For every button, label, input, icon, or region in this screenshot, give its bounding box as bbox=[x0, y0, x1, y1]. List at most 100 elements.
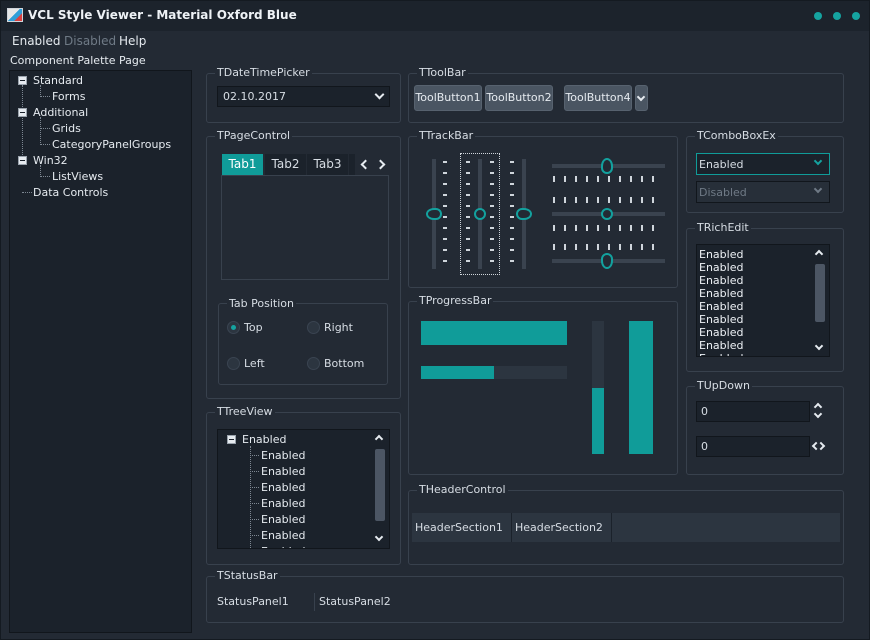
radio-top-label: Top bbox=[244, 321, 263, 334]
updown-field-2[interactable]: 0 bbox=[696, 436, 810, 457]
vtrackbar-2-thumb[interactable] bbox=[474, 208, 486, 220]
treeview-child[interactable]: Enabled bbox=[261, 529, 305, 542]
richedit-title: TRichEdit bbox=[695, 221, 751, 234]
tree-node-grids[interactable]: Grids bbox=[52, 122, 81, 135]
htrackbar-2-thumb[interactable] bbox=[601, 208, 613, 220]
comboboxex-enabled-value: Enabled bbox=[699, 158, 744, 171]
htrackbar-2-ticks-bottom bbox=[553, 225, 663, 231]
chevron-down-icon[interactable] bbox=[813, 156, 823, 166]
treeview-child[interactable]: Enabled bbox=[261, 497, 305, 510]
radio-left[interactable] bbox=[227, 357, 240, 370]
tree-line bbox=[40, 176, 50, 177]
progressbar-fill bbox=[592, 387, 604, 454]
toolbar-title: TToolBar bbox=[417, 66, 468, 79]
richedit-scrollbar[interactable] bbox=[811, 245, 829, 356]
tab-2[interactable]: Tab2 bbox=[265, 154, 306, 175]
scroll-down-icon[interactable] bbox=[814, 341, 824, 351]
updown-field-1[interactable]: 0 bbox=[696, 401, 810, 422]
tree-node-categorypanelgroups[interactable]: CategoryPanelGroups bbox=[52, 138, 171, 151]
treeview-child[interactable]: Enabled bbox=[261, 513, 305, 526]
treeview-field[interactable]: Enabled Enabled Enabled Enabled Enabled Enab… bbox=[217, 429, 390, 549]
collapse-icon[interactable] bbox=[227, 435, 236, 444]
treeview-child[interactable]: Enabled bbox=[261, 449, 305, 462]
collapse-icon[interactable] bbox=[18, 108, 27, 117]
updown-value-1: 0 bbox=[701, 405, 708, 418]
richedit-scroll-thumb[interactable] bbox=[815, 264, 825, 322]
tree-node-data-controls[interactable]: Data Controls bbox=[33, 186, 108, 199]
richedit-line: Enabled bbox=[699, 300, 744, 313]
datetimepicker-title: TDateTimePicker bbox=[215, 66, 312, 79]
maximize-dot-icon[interactable] bbox=[833, 12, 841, 20]
tree-line bbox=[250, 446, 251, 548]
scroll-up-icon[interactable] bbox=[814, 249, 824, 259]
richedit-field[interactable]: Enabled Enabled Enabled Enabled Enabled Enabl… bbox=[696, 244, 830, 357]
pagecontrol-title: TPageControl bbox=[215, 129, 293, 142]
title-bar[interactable]: VCL Style Viewer - Material Oxford Blue bbox=[1, 1, 869, 31]
tree-node-forms[interactable]: Forms bbox=[52, 90, 85, 103]
radio-top[interactable] bbox=[227, 321, 240, 334]
htrackbar-3-thumb[interactable] bbox=[601, 253, 613, 269]
treeview-child[interactable]: Enabled bbox=[261, 465, 305, 478]
richedit-line: Enabled bbox=[699, 352, 743, 356]
menu-help[interactable]: Help bbox=[119, 34, 146, 48]
header-section-1[interactable]: HeaderSection1 bbox=[412, 513, 512, 542]
tree-line bbox=[250, 487, 259, 488]
toolbutton1-button[interactable]: ToolButton1 bbox=[414, 85, 482, 111]
radio-right[interactable] bbox=[307, 321, 320, 334]
htrackbar-1-thumb[interactable] bbox=[601, 158, 613, 174]
updown-title: TUpDown bbox=[695, 379, 752, 392]
tree-node-win32[interactable]: Win32 bbox=[33, 154, 68, 167]
richedit-line: Enabled bbox=[699, 274, 744, 287]
vtrackbar-2-ticks-left bbox=[466, 161, 470, 267]
datetimepicker-field[interactable]: 02.10.2017 bbox=[217, 86, 390, 107]
tree-line bbox=[250, 519, 259, 520]
richedit-line: Enabled bbox=[699, 261, 744, 274]
chevron-down-icon bbox=[636, 92, 646, 102]
menu-disabled: Disabled bbox=[64, 34, 117, 48]
chevron-down-icon[interactable] bbox=[374, 89, 385, 100]
richedit-line: Enabled bbox=[699, 287, 744, 300]
tree-line bbox=[250, 535, 259, 536]
vtrackbar-1-thumb[interactable] bbox=[426, 208, 442, 220]
tree-line bbox=[40, 96, 50, 97]
toolbutton4-button[interactable]: ToolButton4 bbox=[564, 85, 632, 111]
radio-bottom[interactable] bbox=[307, 357, 320, 370]
vtrackbar-3-thumb[interactable] bbox=[516, 208, 532, 220]
tab-3[interactable]: Tab3 bbox=[307, 154, 348, 175]
tree-node-listviews[interactable]: ListViews bbox=[52, 170, 103, 183]
richedit-line: Enabled bbox=[699, 313, 744, 326]
radio-bottom-label: Bottom bbox=[324, 357, 365, 370]
trackbar-title: TTrackBar bbox=[417, 129, 476, 142]
toolbar-dropdown-button[interactable] bbox=[635, 85, 648, 111]
scroll-down-icon[interactable] bbox=[374, 532, 384, 542]
scroll-up-icon[interactable] bbox=[374, 434, 384, 444]
status-panel-2: StatusPanel2 bbox=[319, 595, 391, 608]
chevron-down-icon bbox=[813, 184, 823, 194]
toolbutton2-button[interactable]: ToolButton2 bbox=[485, 85, 553, 111]
treeview-root[interactable]: Enabled bbox=[242, 433, 286, 446]
status-panel-divider bbox=[314, 593, 315, 611]
vtrackbar-3-ticks bbox=[510, 161, 514, 267]
collapse-icon[interactable] bbox=[18, 156, 27, 165]
progressbar-horizontal-1 bbox=[421, 321, 567, 345]
status-panel-1: StatusPanel1 bbox=[217, 595, 289, 608]
palette-tree[interactable]: Standard Forms Additional Grids Category… bbox=[9, 70, 192, 633]
datetimepicker-value: 02.10.2017 bbox=[223, 90, 286, 103]
tree-line bbox=[40, 117, 41, 145]
treeview-child[interactable]: Enabled bbox=[261, 481, 305, 494]
richedit-line: Enabled bbox=[699, 326, 744, 339]
menu-enabled[interactable]: Enabled bbox=[12, 34, 61, 48]
tree-node-additional[interactable]: Additional bbox=[33, 106, 88, 119]
comboboxex-enabled[interactable]: Enabled bbox=[696, 153, 830, 175]
minimize-dot-icon[interactable] bbox=[814, 12, 822, 20]
richedit-line: Enabled bbox=[699, 248, 744, 261]
treeview-scrollbar[interactable] bbox=[371, 430, 389, 548]
vtrackbar-2-ticks-right bbox=[490, 161, 494, 267]
collapse-icon[interactable] bbox=[18, 76, 27, 85]
tab-overflow bbox=[349, 154, 355, 175]
header-section-2[interactable]: HeaderSection2 bbox=[512, 513, 612, 542]
treeview-scroll-thumb[interactable] bbox=[375, 449, 385, 521]
tab-1[interactable]: Tab1 bbox=[222, 154, 263, 175]
close-dot-icon[interactable] bbox=[852, 12, 860, 20]
treeview-child[interactable]: Enabled bbox=[261, 545, 305, 548]
